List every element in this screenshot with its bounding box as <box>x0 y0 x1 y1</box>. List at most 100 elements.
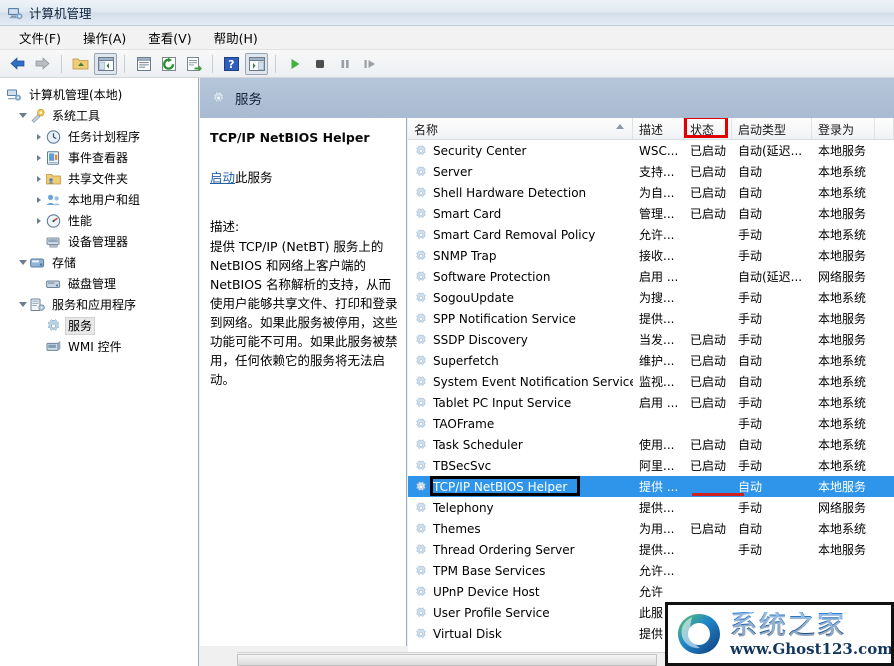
sidebar-item-wmi-control[interactable]: WMI 控件 <box>4 336 198 357</box>
cell-startup-type: 手动 <box>732 289 812 306</box>
service-gear-icon <box>414 606 428 620</box>
show-hide-console-tree-icon[interactable] <box>94 53 117 75</box>
window-title: 计算机管理 <box>29 3 92 22</box>
cell-state: 已启动 <box>684 331 732 348</box>
menu-view[interactable]: 查看(V) <box>137 26 202 49</box>
table-row[interactable]: Smart Card Removal Policy允许...手动本地系统 <box>408 224 894 245</box>
toolbar-separator <box>61 55 62 73</box>
column-header-logon-as[interactable]: 登录为 <box>812 118 875 139</box>
table-row[interactable]: Thread Ordering Server提供...手动本地服务 <box>408 539 894 560</box>
sidebar-item-system-tools[interactable]: 系统工具 <box>4 105 198 126</box>
chevron-right-icon[interactable] <box>32 218 45 224</box>
table-row[interactable]: UPnP Device Host允许 <box>408 581 894 602</box>
sidebar-item-disk-management[interactable]: 磁盘管理 <box>4 273 198 294</box>
service-name-text: SSDP Discovery <box>433 333 528 347</box>
pause-service-icon[interactable] <box>333 53 356 75</box>
table-row[interactable]: Tablet PC Input Service启用 ...已启动手动本地系统 <box>408 392 894 413</box>
column-header-state[interactable]: 状态 <box>684 118 732 139</box>
table-row[interactable]: Server支持...已启动自动本地系统 <box>408 161 894 182</box>
table-row[interactable]: Smart Card管理...已启动自动本地服务 <box>408 203 894 224</box>
column-header-startup-type[interactable]: 启动类型 <box>732 118 812 139</box>
description-text: 提供 TCP/IP (NetBT) 服务上的 NetBIOS 和网络上客户端的 … <box>210 237 398 389</box>
table-row[interactable]: SPP Notification Service提供...手动本地服务 <box>408 308 894 329</box>
chevron-right-icon[interactable] <box>32 155 45 161</box>
back-icon[interactable] <box>6 53 29 75</box>
chevron-right-icon[interactable] <box>32 134 45 140</box>
sidebar-item-storage[interactable]: 存储 <box>4 252 198 273</box>
table-row[interactable]: TBSecSvc阿里...已启动手动本地系统 <box>408 455 894 476</box>
table-row[interactable]: SSDP Discovery当发...已启动手动本地服务 <box>408 329 894 350</box>
horizontal-scrollbar-thumb[interactable] <box>237 654 657 666</box>
column-header-description[interactable]: 描述 <box>633 118 684 139</box>
table-row[interactable]: Software Protection启用 ...自动(延迟...网络服务 <box>408 266 894 287</box>
chevron-down-icon[interactable] <box>16 111 29 121</box>
chevron-right-icon[interactable] <box>32 176 45 182</box>
start-service-icon[interactable] <box>283 53 306 75</box>
performance-icon <box>45 213 62 229</box>
table-row[interactable]: Telephony提供...手动网络服务 <box>408 497 894 518</box>
refresh-icon[interactable] <box>157 53 180 75</box>
tree-root-label: 计算机管理(本地) <box>26 87 125 103</box>
chevron-down-icon[interactable] <box>16 300 29 310</box>
cell-logon-as: 网络服务 <box>812 268 875 285</box>
chevron-right-icon[interactable] <box>32 197 45 203</box>
sort-ascending-icon <box>616 124 624 129</box>
table-row[interactable]: TAOFrame手动本地系统 <box>408 413 894 434</box>
table-row[interactable]: Themes为用...已启动自动本地系统 <box>408 518 894 539</box>
sidebar-item-services[interactable]: 服务 <box>4 315 198 336</box>
cell-service-name: TPM Base Services <box>408 564 633 578</box>
cell-description: 提供 ... <box>633 478 684 495</box>
sidebar-item-label: 事件查看器 <box>65 150 131 166</box>
cell-startup-type: 手动 <box>732 457 812 474</box>
cell-state: 已启动 <box>684 163 732 180</box>
service-name-text: Themes <box>433 522 481 536</box>
service-name-text: Security Center <box>433 144 526 158</box>
sidebar-item-label: 磁盘管理 <box>65 276 119 292</box>
cell-logon-as: 本地服务 <box>812 142 875 159</box>
table-row[interactable]: SNMP Trap接收...手动本地服务 <box>408 245 894 266</box>
table-row[interactable]: TPM Base Services允许... <box>408 560 894 581</box>
sidebar-item-local-users-groups[interactable]: 本地用户和组 <box>4 189 198 210</box>
menu-bar: 文件(F) 操作(A) 查看(V) 帮助(H) <box>0 26 894 50</box>
cell-description: 监视... <box>633 373 684 390</box>
start-service-link[interactable]: 启动 <box>210 170 235 185</box>
table-row[interactable]: Shell Hardware Detection为自...已启动自动本地系统 <box>408 182 894 203</box>
table-row[interactable]: Task Scheduler使用...已启动自动本地系统 <box>408 434 894 455</box>
services-apps-icon <box>29 297 46 313</box>
stop-service-icon[interactable] <box>308 53 331 75</box>
sidebar-item-label: 服务和应用程序 <box>49 297 139 313</box>
chevron-down-icon[interactable] <box>16 258 29 268</box>
sidebar-item-task-scheduler[interactable]: 任务计划程序 <box>4 126 198 147</box>
sidebar-item-label: WMI 控件 <box>65 339 125 355</box>
menu-help[interactable]: 帮助(H) <box>203 26 269 49</box>
sidebar-item-performance[interactable]: 性能 <box>4 210 198 231</box>
tree-root[interactable]: 计算机管理(本地) <box>4 84 198 105</box>
export-list-icon[interactable] <box>182 53 205 75</box>
forward-icon[interactable] <box>31 53 54 75</box>
show-action-pane-icon[interactable] <box>245 53 268 75</box>
service-name-text: TPM Base Services <box>433 564 545 578</box>
up-folder-icon[interactable] <box>69 53 92 75</box>
table-row[interactable]: Superfetch维护...已启动自动本地系统 <box>408 350 894 371</box>
sidebar-item-services-applications[interactable]: 服务和应用程序 <box>4 294 198 315</box>
sidebar-item-device-manager[interactable]: 设备管理器 <box>4 231 198 252</box>
properties-icon[interactable] <box>132 53 155 75</box>
cell-service-name: Virtual Disk <box>408 627 633 641</box>
table-row[interactable]: Security CenterWSC...已启动自动(延迟...本地服务 <box>408 140 894 161</box>
table-row[interactable]: TCP/IP NetBIOS Helper提供 ...自动本地服务 <box>408 476 894 497</box>
menu-file[interactable]: 文件(F) <box>8 26 72 49</box>
sidebar-item-event-viewer[interactable]: 事件查看器 <box>4 147 198 168</box>
help-icon[interactable]: ? <box>220 53 243 75</box>
sidebar-item-shared-folders[interactable]: 共享文件夹 <box>4 168 198 189</box>
cell-logon-as: 本地服务 <box>812 247 875 264</box>
users-icon <box>45 192 62 208</box>
service-name-text: TCP/IP NetBIOS Helper <box>433 480 567 494</box>
service-name-text: Smart Card <box>433 207 501 221</box>
restart-service-icon[interactable] <box>358 53 381 75</box>
table-row[interactable]: SogouUpdate为搜...手动本地系统 <box>408 287 894 308</box>
menu-action[interactable]: 操作(A) <box>72 26 137 49</box>
column-header-name[interactable]: 名称 <box>408 118 633 139</box>
table-row[interactable]: System Event Notification Service监视...已启… <box>408 371 894 392</box>
cell-startup-type: 手动 <box>732 331 812 348</box>
cell-service-name: Telephony <box>408 501 633 515</box>
